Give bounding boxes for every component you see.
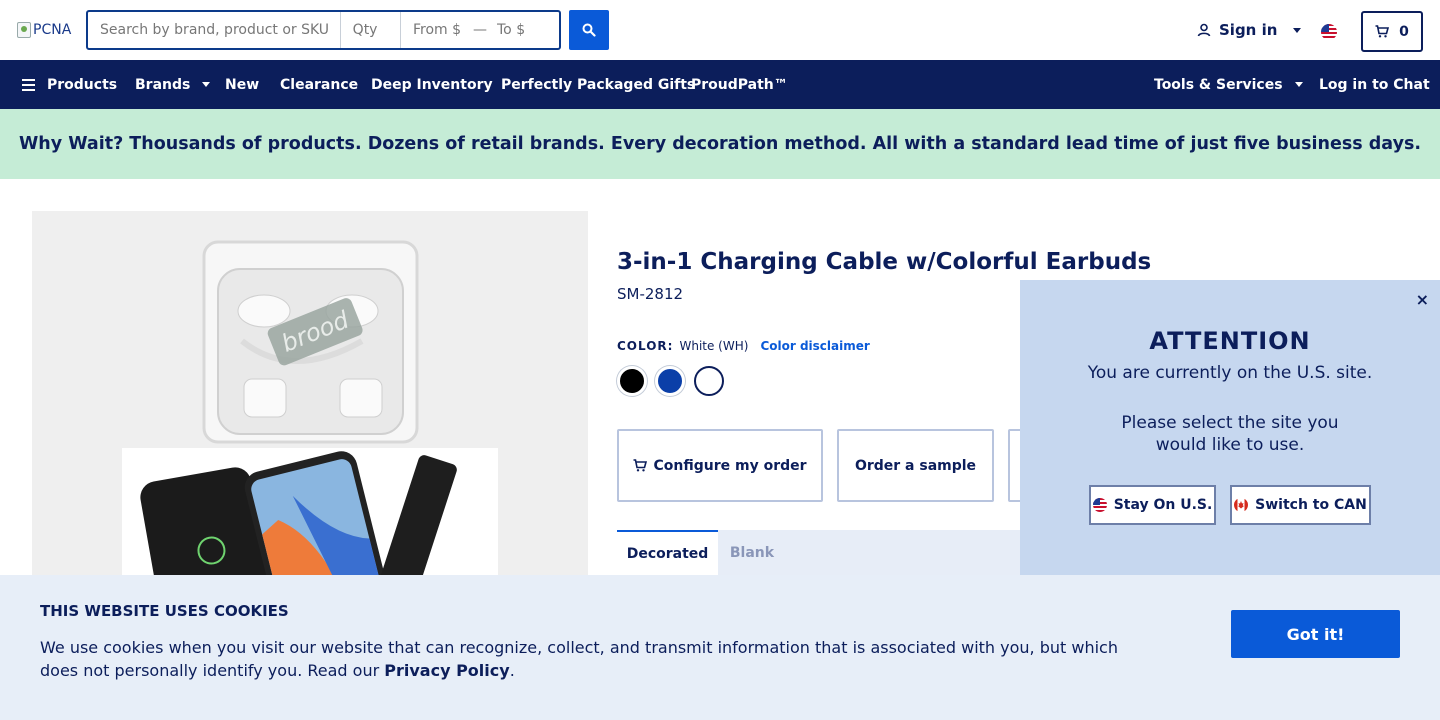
promo-banner: Why Wait? Thousands of products. Dozens … [0, 109, 1440, 179]
color-value: White (WH) [679, 339, 749, 353]
sign-in-menu[interactable]: Sign in [1197, 21, 1302, 39]
nav-proudpath-label: ProudPath™ [691, 76, 788, 93]
swatch-black[interactable] [617, 366, 647, 396]
site-selection-dialog: × ATTENTION You are currently on the U.S… [1020, 280, 1440, 575]
nav-tools-services[interactable]: Tools & Services [1154, 60, 1303, 109]
attention-message-select: Please select the site you would like to… [1121, 413, 1339, 455]
nav-new[interactable]: New [225, 60, 259, 109]
privacy-policy-link[interactable]: Privacy Policy [384, 661, 509, 680]
cookie-body: We use cookies when you visit our websit… [40, 638, 1118, 680]
nav-tools-label: Tools & Services [1154, 76, 1283, 93]
nav-products[interactable]: Products [22, 60, 117, 109]
search-bar: — [86, 10, 561, 50]
cookie-text: We use cookies when you visit our websit… [40, 636, 1140, 682]
attention-message-current-site: You are currently on the U.S. site. [1087, 363, 1373, 383]
main-nav: Products Brands New Clearance Deep Inven… [0, 60, 1440, 109]
nav-proudpath[interactable]: ProudPath™ [691, 60, 788, 109]
qty-input[interactable] [352, 22, 388, 38]
sign-in-label: Sign in [1219, 21, 1278, 39]
user-icon [1197, 23, 1211, 37]
configure-order-button[interactable]: Configure my order [617, 429, 823, 502]
color-row: COLOR: White (WH) Color disclaimer [617, 339, 870, 353]
logo-alt-text: PCNA [33, 22, 72, 38]
configure-order-label: Configure my order [653, 457, 807, 474]
broken-image-icon [17, 22, 31, 38]
canada-flag-icon [1234, 498, 1249, 512]
cart-icon [1375, 25, 1390, 38]
nav-gifts[interactable]: Perfectly Packaged Gifts [501, 60, 695, 109]
stay-on-us-button[interactable]: Stay On U.S. [1089, 485, 1216, 525]
nav-brands[interactable]: Brands [135, 60, 211, 109]
order-sample-label: Order a sample [854, 457, 977, 474]
nav-chat-label: Log in to Chat [1319, 76, 1430, 93]
color-label: COLOR: [617, 339, 674, 353]
cookie-banner: THIS WEBSITE USES COOKIES We use cookies… [0, 575, 1440, 720]
switch-to-can-label: Switch to CAN [1255, 497, 1367, 513]
order-sample-button[interactable]: Order a sample [837, 429, 994, 502]
chevron-down-icon [1293, 27, 1302, 33]
swatch-royal-blue[interactable] [655, 366, 685, 396]
price-from-input[interactable] [413, 22, 463, 38]
chevron-down-icon [202, 82, 211, 87]
swatch-white-selected[interactable] [694, 366, 724, 396]
nav-deep-inventory-label: Deep Inventory [371, 76, 493, 93]
search-icon [582, 23, 596, 37]
price-range: — [401, 12, 559, 48]
nav-products-label: Products [47, 76, 118, 93]
nav-new-label: New [225, 76, 260, 93]
got-it-button[interactable]: Got it! [1231, 610, 1400, 658]
close-icon[interactable]: × [1416, 290, 1429, 309]
switch-to-can-button[interactable]: Switch to CAN [1230, 485, 1371, 525]
color-disclaimer-link[interactable]: Color disclaimer [760, 339, 869, 353]
qty-field-wrapper [341, 12, 401, 48]
stay-on-us-label: Stay On U.S. [1113, 497, 1213, 513]
tab-decorated[interactable]: Decorated [617, 530, 718, 575]
attention-title: ATTENTION [1149, 327, 1311, 355]
product-image[interactable]: brood [32, 211, 588, 631]
cart-icon [633, 459, 648, 472]
nav-clearance[interactable]: Clearance [280, 60, 358, 109]
cart-button[interactable]: 0 [1361, 11, 1423, 52]
chevron-down-icon [1294, 82, 1303, 87]
price-separator: — [473, 22, 487, 38]
product-photo: brood [32, 211, 588, 631]
nav-brands-label: Brands [135, 76, 191, 93]
nav-clearance-label: Clearance [280, 76, 359, 93]
hamburger-icon [22, 78, 35, 91]
nav-gifts-label: Perfectly Packaged Gifts [501, 76, 696, 93]
promo-text: Why Wait? Thousands of products. Dozens … [18, 134, 1422, 154]
price-to-input[interactable] [497, 22, 547, 38]
nav-deep-inventory[interactable]: Deep Inventory [371, 60, 493, 109]
pcna-logo[interactable]: PCNA [17, 22, 71, 38]
tab-blank[interactable]: Blank [718, 530, 786, 575]
product-title: 3-in-1 Charging Cable w/Colorful Earbuds [617, 249, 1152, 275]
search-field-wrapper [88, 12, 341, 48]
search-input[interactable] [100, 22, 328, 38]
cookie-title: THIS WEBSITE USES COOKIES [40, 602, 289, 620]
product-sku: SM-2812 [617, 285, 684, 303]
us-flag-icon[interactable] [1321, 24, 1337, 40]
cookie-period: . [509, 661, 515, 680]
cart-count: 0 [1399, 23, 1409, 40]
search-button[interactable] [569, 10, 609, 50]
nav-log-in-to-chat[interactable]: Log in to Chat [1319, 60, 1430, 109]
top-bar: PCNA — Sign in [0, 0, 1440, 60]
us-flag-icon [1092, 498, 1107, 512]
